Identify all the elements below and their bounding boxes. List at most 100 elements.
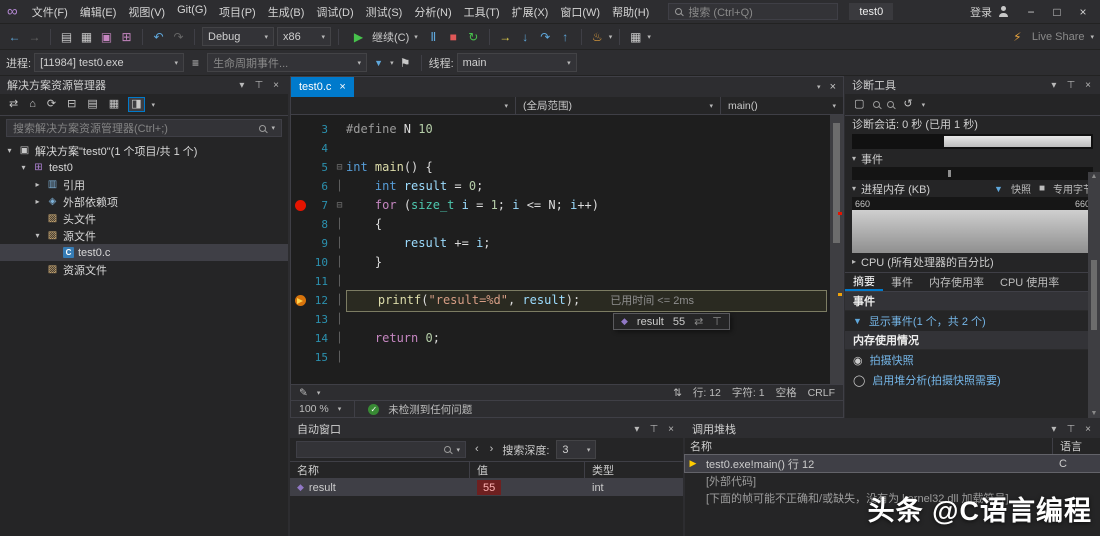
heap-profiling-link[interactable]: 启用堆分析(拍摄快照需要) bbox=[872, 372, 1000, 388]
tree-item[interactable]: ▨ 头文件 bbox=[0, 210, 288, 227]
tree-item[interactable]: C test0.c bbox=[0, 244, 288, 261]
chevron-down-icon[interactable]: ▾ bbox=[338, 405, 342, 413]
scroll-up-icon[interactable]: ▲ bbox=[1091, 173, 1098, 180]
events-section-header[interactable]: ▾ 事件 bbox=[845, 151, 1100, 166]
menu-item[interactable]: 编辑(E) bbox=[74, 1, 123, 23]
solution-name-chip[interactable]: test0 bbox=[849, 3, 894, 20]
call-stack-titlebar[interactable]: 调用堆栈 ▾ ⊤ × bbox=[685, 420, 1100, 438]
hot-reload-icon[interactable]: ♨ bbox=[589, 27, 606, 46]
collapse-all-icon[interactable]: ⊟ bbox=[65, 98, 78, 111]
stack-frame-row[interactable]: ▶ test0.exe!main() 行 12 C bbox=[684, 454, 1100, 473]
solution-explorer-titlebar[interactable]: 解决方案资源管理器 ▾ ⊤ × bbox=[0, 76, 288, 94]
navigate-back-icon[interactable]: ← bbox=[6, 27, 23, 46]
fold-marker[interactable]: ⊟ bbox=[333, 158, 346, 177]
autos-titlebar[interactable]: 自动窗口 ▾ ⊤ × bbox=[290, 420, 683, 438]
line-indicator[interactable]: 行: 12 bbox=[693, 385, 721, 400]
code-line[interactable]: 5 ⊟ int main() { bbox=[291, 158, 843, 177]
code-line[interactable]: 8 │ { bbox=[291, 215, 843, 234]
home-icon[interactable]: ⌂ bbox=[27, 98, 38, 111]
pin-icon[interactable]: ⊤ bbox=[647, 424, 660, 435]
expander-icon[interactable]: ▾ bbox=[19, 163, 28, 172]
timeline-range[interactable] bbox=[943, 136, 1091, 147]
menu-item[interactable]: 项目(P) bbox=[213, 1, 262, 23]
diagnostics-tab[interactable]: 内存使用率 bbox=[921, 273, 992, 291]
editor-group-close-icon[interactable]: × bbox=[830, 81, 836, 93]
close-icon[interactable]: × bbox=[1083, 424, 1093, 435]
watch-row[interactable]: ◆ result 55 int bbox=[290, 479, 683, 496]
chevron-down-icon[interactable]: ▾ bbox=[237, 80, 246, 91]
section-expander-icon[interactable]: ▾ bbox=[852, 154, 856, 163]
open-file-icon[interactable]: ▦ bbox=[78, 27, 95, 46]
project-dropdown[interactable]: ▾ bbox=[291, 97, 516, 114]
save-icon[interactable]: ▣ bbox=[98, 27, 115, 46]
flag-icon[interactable]: ⚑ bbox=[397, 53, 414, 72]
show-events-link-row[interactable]: ▼ 显示事件(1 个，共 2 个) bbox=[845, 311, 1100, 331]
solution-search-input[interactable]: 搜索解决方案资源管理器(Ctrl+;) ▾ bbox=[6, 119, 282, 137]
member-dropdown[interactable]: main() ▾ bbox=[721, 97, 843, 114]
take-snapshot-row[interactable]: ◉ 拍摄快照 bbox=[845, 350, 1100, 370]
stack-frame-row[interactable]: [外部代码] bbox=[685, 472, 1100, 489]
events-track[interactable] bbox=[852, 167, 1093, 180]
heap-profiling-row[interactable]: ◯ 启用堆分析(拍摄快照需要) bbox=[845, 370, 1100, 390]
diagnostics-titlebar[interactable]: 诊断工具 ▾ ⊤ × bbox=[845, 76, 1100, 94]
pin-icon[interactable]: ⊤ bbox=[712, 315, 722, 328]
column-header-value[interactable]: 值 bbox=[470, 462, 585, 478]
menu-item[interactable]: Git(G) bbox=[171, 1, 213, 23]
debugger-data-tip[interactable]: ◆ result 55 ⇄ ⊤ bbox=[613, 313, 730, 330]
code-line[interactable]: 10 │ } bbox=[291, 253, 843, 272]
previous-match-icon[interactable]: ‹ bbox=[473, 443, 481, 456]
code-line[interactable]: 4 bbox=[291, 139, 843, 158]
column-header-name[interactable]: 名称 bbox=[685, 438, 1052, 454]
step-into-icon[interactable]: ↓ bbox=[517, 27, 534, 46]
step-over-icon[interactable]: ↷ bbox=[537, 27, 554, 46]
chevron-down-icon[interactable]: ▾ bbox=[632, 424, 641, 435]
document-tab[interactable]: test0.c × bbox=[291, 77, 354, 97]
minimize-button[interactable]: − bbox=[1018, 3, 1044, 21]
tab-close-icon[interactable]: × bbox=[339, 81, 345, 93]
zoom-level[interactable]: 100 % bbox=[299, 403, 329, 415]
select-tool-icon[interactable]: ▢ bbox=[852, 98, 866, 111]
step-out-icon[interactable]: ↑ bbox=[557, 27, 574, 46]
tree-item[interactable]: ▾ ▨ 源文件 bbox=[0, 227, 288, 244]
eol-indicator[interactable]: CRLF bbox=[808, 387, 835, 399]
diagnostics-tab[interactable]: 事件 bbox=[883, 273, 921, 291]
code-line[interactable]: 9 │ result += i; bbox=[291, 234, 843, 253]
fold-marker[interactable]: │ bbox=[333, 310, 346, 329]
fold-marker[interactable]: │ bbox=[333, 291, 346, 310]
tree-item[interactable]: ▨ 资源文件 bbox=[0, 261, 288, 278]
tree-item[interactable]: ▸ ◈ 外部依赖项 bbox=[0, 193, 288, 210]
close-icon[interactable]: × bbox=[271, 80, 281, 91]
take-snapshot-link[interactable]: 拍摄快照 bbox=[870, 352, 914, 368]
expander-icon[interactable]: ▸ bbox=[33, 180, 42, 189]
expand-icon[interactable]: ⇄ bbox=[694, 315, 703, 328]
new-file-icon[interactable]: ▤ bbox=[58, 27, 75, 46]
lifecycle-events-dropdown[interactable]: 生命周期事件... ▾ bbox=[207, 53, 368, 72]
filter-icon[interactable]: ▼ bbox=[370, 53, 387, 72]
diagnostics-tab[interactable]: CPU 使用率 bbox=[992, 273, 1067, 291]
expander-icon[interactable]: ▾ bbox=[5, 146, 14, 155]
menu-item[interactable]: 工具(T) bbox=[458, 1, 506, 23]
variable-value[interactable]: 55 bbox=[477, 480, 502, 495]
tree-item[interactable]: ▸ ▥ 引用 bbox=[0, 176, 288, 193]
code-line[interactable]: 11 │ bbox=[291, 272, 843, 291]
live-share-label[interactable]: Live Share bbox=[1032, 31, 1085, 43]
expander-icon[interactable]: ▸ bbox=[33, 197, 42, 206]
close-button[interactable]: × bbox=[1070, 3, 1096, 21]
code-line[interactable]: 6 │ int result = 0; bbox=[291, 177, 843, 196]
column-header-type[interactable]: 类型 bbox=[585, 462, 683, 478]
fold-marker[interactable]: │ bbox=[333, 253, 346, 272]
cpu-section-header[interactable]: ▸ CPU (所有处理器的百分比) bbox=[845, 254, 1100, 269]
menu-item[interactable]: 测试(S) bbox=[360, 1, 409, 23]
pin-icon[interactable]: ⊤ bbox=[1064, 424, 1077, 435]
chevron-down-icon[interactable]: ▾ bbox=[1090, 33, 1094, 41]
restart-icon[interactable]: ↻ bbox=[465, 27, 482, 46]
show-all-files-icon[interactable]: ▤ bbox=[85, 98, 99, 111]
column-indicator[interactable]: 字符: 1 bbox=[732, 385, 765, 400]
chevron-down-icon[interactable]: ▾ bbox=[1049, 424, 1058, 435]
solution-platform-dropdown[interactable]: x86 ▾ bbox=[277, 27, 331, 46]
break-all-icon[interactable]: Ⅱ bbox=[425, 27, 442, 46]
zoom-in-icon[interactable] bbox=[873, 101, 881, 108]
quick-search-box[interactable]: 搜索 (Ctrl+Q) bbox=[668, 3, 839, 20]
pin-icon[interactable]: ⊤ bbox=[1064, 80, 1077, 91]
search-depth-dropdown[interactable]: 3 ▾ bbox=[556, 440, 597, 459]
